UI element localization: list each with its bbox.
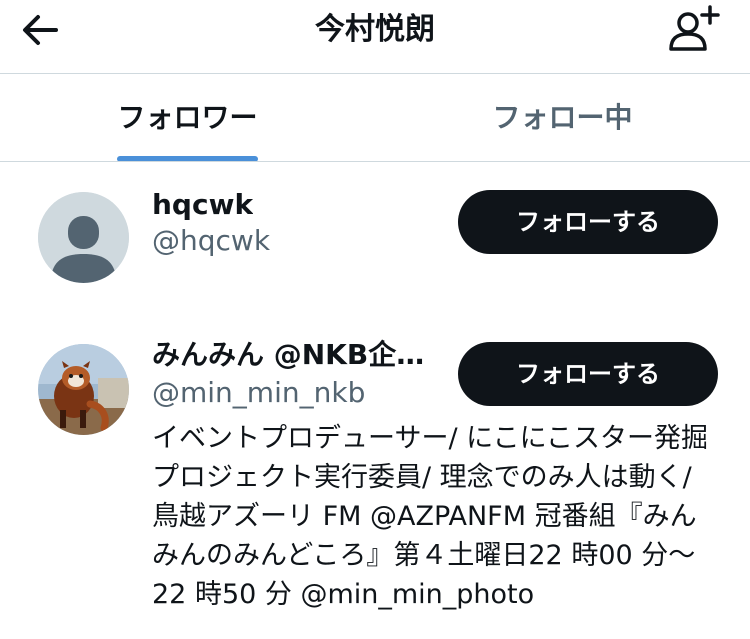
tab-following[interactable]: フォロー中 bbox=[375, 74, 750, 162]
person-add-icon bbox=[669, 5, 720, 51]
follow-button[interactable]: フォローする bbox=[458, 342, 718, 406]
user-handle[interactable]: @hqcwk bbox=[152, 224, 270, 258]
default-avatar-icon bbox=[38, 192, 129, 283]
user-bio: イベントプロデューサー/ にこにこスター発掘プロジェクト実行委員/ 理念でのみ人… bbox=[152, 423, 709, 610]
tab-followers-label: フォロワー bbox=[117, 101, 258, 134]
follow-button[interactable]: フォローする bbox=[458, 190, 718, 254]
user-display-name[interactable]: みんみん @NKB企画… bbox=[152, 338, 444, 372]
page-title: 今村悦朗 bbox=[315, 12, 435, 47]
tab-following-label: フォロー中 bbox=[492, 101, 633, 134]
user-list-item[interactable]: みんみん @NKB企画… @min_min_nkb フォローする イベントプロデ… bbox=[0, 312, 750, 639]
add-user-button[interactable] bbox=[668, 4, 724, 54]
top-bar: 今村悦朗 bbox=[0, 0, 750, 73]
avatar[interactable] bbox=[38, 344, 129, 435]
tab-bar: フォロワー フォロー中 bbox=[0, 74, 750, 162]
avatar[interactable] bbox=[38, 192, 129, 283]
red-panda-photo bbox=[38, 344, 129, 435]
user-list-item[interactable]: hqcwk @hqcwk フォローする bbox=[0, 162, 750, 312]
user-handle[interactable]: @min_min_nkb bbox=[152, 376, 365, 410]
tab-followers[interactable]: フォロワー bbox=[0, 74, 375, 162]
user-display-name[interactable]: hqcwk bbox=[152, 188, 253, 222]
